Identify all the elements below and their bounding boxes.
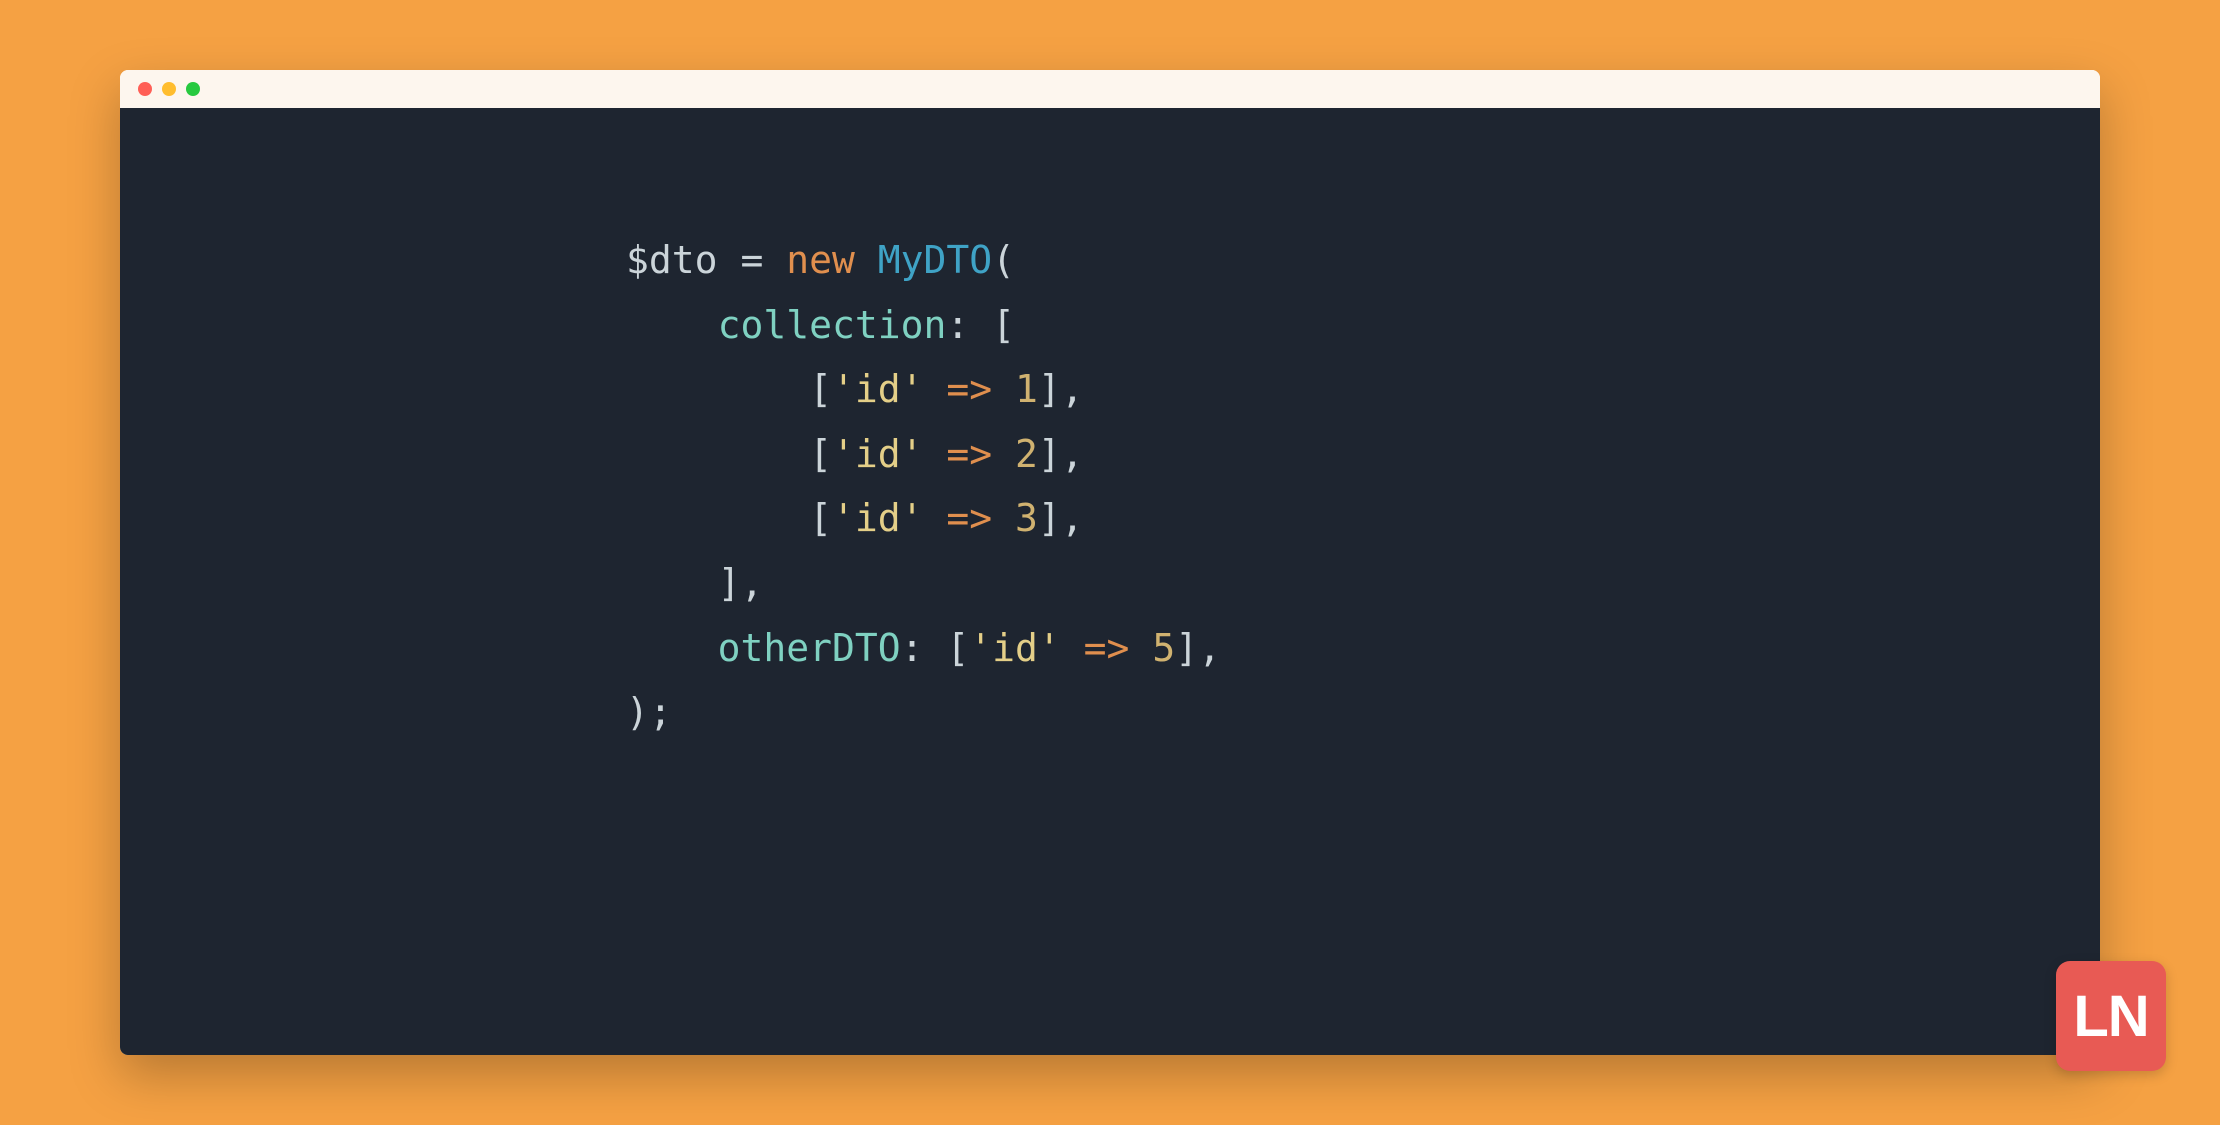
code-close-bracket: ]: [718, 561, 741, 605]
logo-badge: LN: [2056, 961, 2166, 1071]
code-number: 2: [1015, 432, 1038, 476]
code-close-bracket: ]: [1038, 432, 1061, 476]
logo-text: LN: [2073, 983, 2148, 1050]
code-semicolon: ;: [649, 690, 672, 734]
maximize-icon: [186, 82, 200, 96]
code-string-key: 'id': [832, 432, 924, 476]
code-window: $dto = new MyDTO( collection: [ ['id' =>…: [120, 70, 2100, 1055]
code-number: 1: [1015, 367, 1038, 411]
close-icon: [138, 82, 152, 96]
code-open-bracket: [: [992, 303, 1015, 347]
code-open-bracket: [: [946, 626, 969, 670]
code-editor: $dto = new MyDTO( collection: [ ['id' =>…: [120, 108, 2100, 1055]
code-param-collection: collection: [718, 303, 947, 347]
code-comma: ,: [1061, 367, 1084, 411]
code-close-bracket: ]: [1038, 367, 1061, 411]
minimize-icon: [162, 82, 176, 96]
code-string-key: 'id': [832, 496, 924, 540]
code-comma: ,: [1198, 626, 1221, 670]
code-arrow: =>: [946, 432, 992, 476]
code-comma: ,: [740, 561, 763, 605]
code-open-bracket: [: [809, 367, 832, 411]
code-open-paren: (: [992, 238, 1015, 282]
code-open-bracket: [: [809, 432, 832, 476]
code-keyword-new: new: [786, 238, 855, 282]
window-titlebar: [120, 70, 2100, 108]
code-colon: :: [901, 626, 924, 670]
code-number: 3: [1015, 496, 1038, 540]
code-variable: $dto: [626, 238, 718, 282]
code-close-bracket: ]: [1175, 626, 1198, 670]
code-open-bracket: [: [809, 496, 832, 540]
code-number: 5: [1152, 626, 1175, 670]
code-comma: ,: [1061, 496, 1084, 540]
code-class-name: MyDTO: [878, 238, 992, 282]
code-close-paren: ): [626, 690, 649, 734]
code-arrow: =>: [946, 496, 992, 540]
code-string-key: 'id': [969, 626, 1061, 670]
code-colon: :: [946, 303, 969, 347]
code-assign: =: [740, 238, 763, 282]
code-string-key: 'id': [832, 367, 924, 411]
code-arrow: =>: [1084, 626, 1130, 670]
code-param-other: otherDTO: [718, 626, 901, 670]
code-comma: ,: [1061, 432, 1084, 476]
code-close-bracket: ]: [1038, 496, 1061, 540]
code-arrow: =>: [946, 367, 992, 411]
